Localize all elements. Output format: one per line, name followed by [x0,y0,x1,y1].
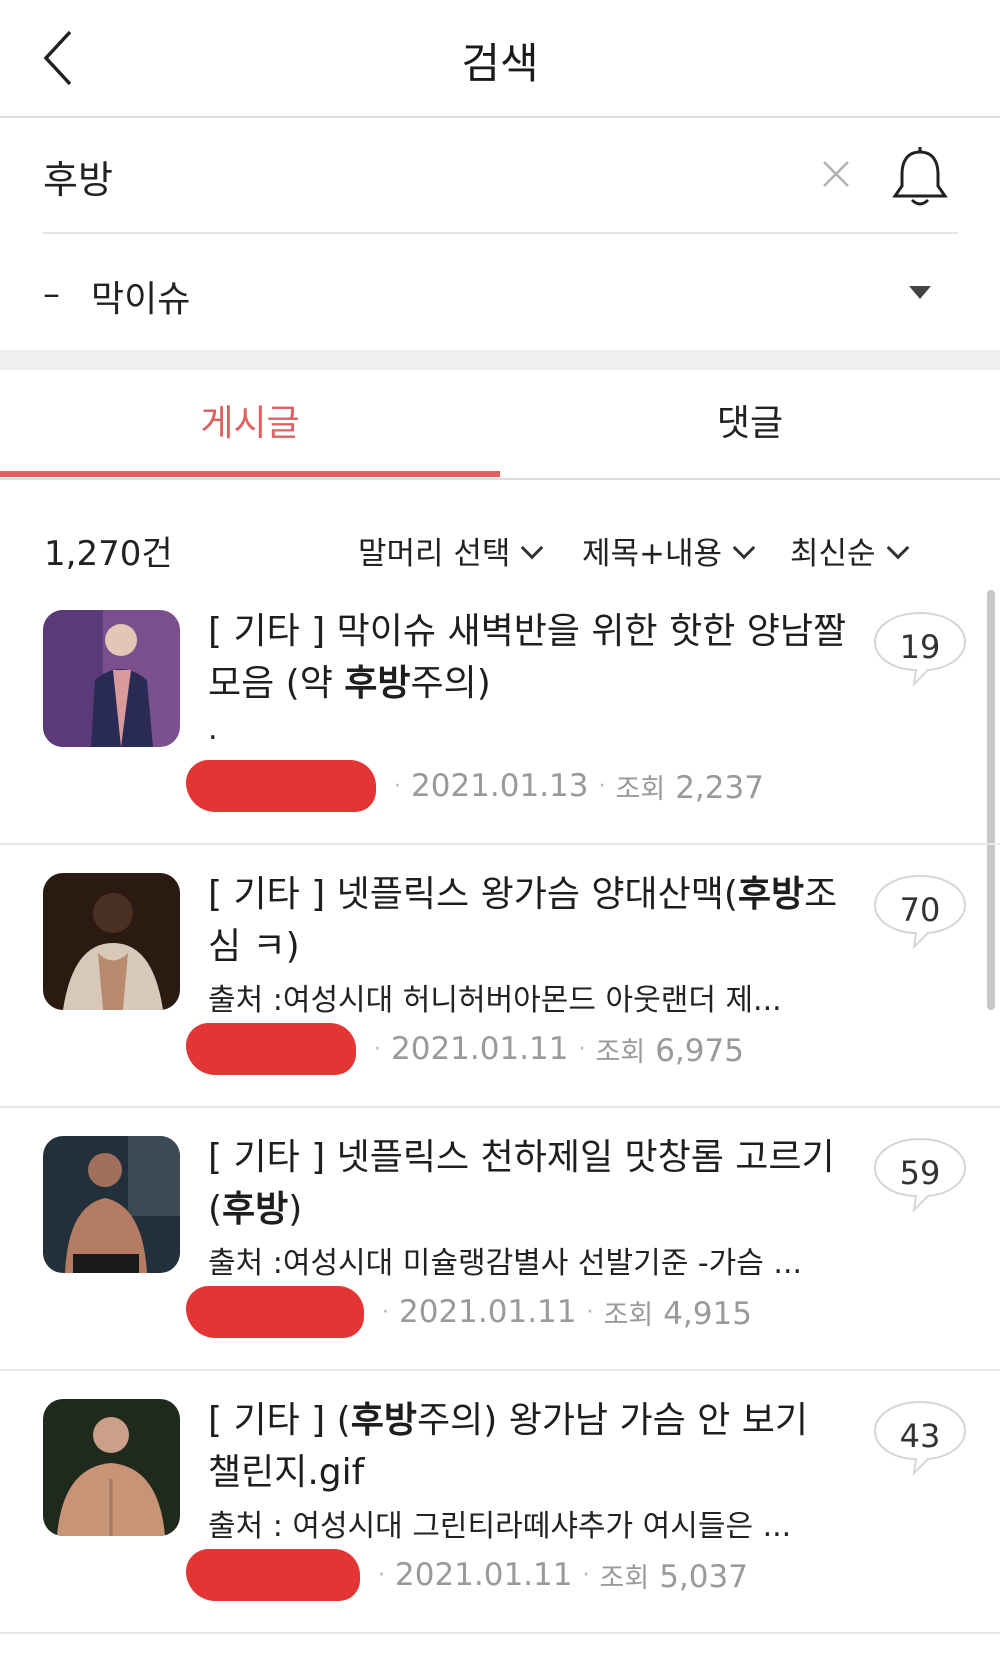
category-filter[interactable]: 말머리 선택 [358,528,544,573]
top-bar: 검색 [0,0,1000,118]
tab-bar: 게시글 댓글 [0,370,1000,480]
search-scope-filter[interactable]: 제목+내용 [582,528,756,573]
views-count: 6,975 [655,1032,744,1069]
post-views: 조회 6,975 [596,1030,744,1069]
meta-separator: · [378,1562,385,1588]
post-item[interactable]: [ 기타 ] 막이슈 새벽반을 위한 핫한 양남짤 모음 (약 후방주의) . … [0,580,1000,845]
tab-posts[interactable]: 게시글 [0,370,500,478]
post-date: 2021.01.11 [399,1294,577,1330]
post-views: 조회 4,915 [604,1293,752,1332]
sort-label: 최신순 [790,536,876,572]
post-title: [ 기타 ] 넷플릭스 천하제일 맛창롬 고르기(후방) [208,1132,848,1236]
meta-separator: · [578,1036,586,1062]
post-meta: · 2021.01.11 · 조회 4,915 [186,1286,752,1346]
search-scope-label: 제목+내용 [582,536,723,572]
comment-count: 19 [899,628,941,666]
filter-bar: 1,270건 말머리 선택 제목+내용 최신순 [0,520,1000,580]
post-meta: · 2021.01.11 · 조회 5,037 [186,1549,748,1609]
meta-separator: · [382,1299,389,1325]
views-label: 조회 [615,773,666,805]
post-preview: 출처 :여성시대 미슐랭감별사 선발기준 -가슴 ... [208,1246,803,1281]
clear-icon[interactable] [818,156,854,192]
sort-filter[interactable]: 최신순 [790,528,909,573]
page-title: 검색 [461,39,539,88]
post-thumbnail [43,1399,180,1536]
views-label: 조회 [595,1036,646,1068]
post-title-text: [ 기타 ] 넷플릭스 왕가슴 양대산맥( [208,874,738,915]
post-title-keyword: 후방 [222,1189,289,1230]
active-tab-indicator [0,471,500,477]
post-title-text: [ 기타 ] ( [208,1400,351,1441]
chevron-down-icon [521,536,544,560]
views-count: 4,915 [663,1295,752,1332]
post-title: [ 기타 ] (후방주의) 왕가남 가슴 안 보기 챌린지.gif [208,1395,848,1499]
tab-comments[interactable]: 댓글 [500,370,1000,478]
post-views: 조회 2,237 [616,767,764,806]
post-preview: . [208,712,218,747]
views-label: 조회 [603,1299,654,1331]
search-input[interactable] [43,150,783,202]
post-title: [ 기타 ] 막이슈 새벽반을 위한 핫한 양남짤 모음 (약 후방주의) [208,606,848,710]
redacted-author [186,760,376,812]
post-title-text: [ 기타 ] 막이슈 새벽반을 위한 핫한 양남짤 모음 (약 [208,611,847,704]
post-thumbnail [43,610,180,747]
post-title-keyword: 후방 [344,663,411,704]
board-prefix: – [43,274,60,314]
meta-separator: · [394,773,401,799]
comment-count: 70 [899,891,941,929]
post-item[interactable]: [ 기타 ] (후방주의) 왕가남 가슴 안 보기 챌린지.gif 출처 : 여… [0,1369,1000,1634]
chevron-down-icon [732,536,756,560]
post-views: 조회 5,037 [600,1556,748,1595]
redacted-author [186,1023,356,1075]
post-item[interactable]: [ 기타 ] 넷플릭스 천하제일 맛창롬 고르기(후방) 출처 :여성시대 미슐… [0,1106,1000,1371]
category-filter-label: 말머리 선택 [358,536,511,572]
comment-count: 59 [899,1154,941,1192]
post-preview: 출처 : 여성시대 그린티라떼샤추가 여시들은 ... [208,1509,792,1544]
post-meta: · 2021.01.11 · 조회 6,975 [186,1023,744,1083]
post-title-keyword: 후방 [350,1400,417,1441]
post-title-keyword: 후방 [737,874,805,915]
post-date: 2021.01.11 [391,1031,569,1067]
post-title-text: ) [288,1189,303,1230]
comment-count: 43 [899,1417,941,1455]
post-preview: 출처 :여성시대 허니허버아몬드 아웃랜더 제... [208,983,782,1018]
board-name: 막이슈 [91,279,191,320]
meta-separator: · [586,1299,594,1325]
views-count: 5,037 [659,1558,748,1595]
caret-down-icon [909,286,931,299]
post-thumbnail [43,1136,180,1273]
meta-separator: · [598,773,606,799]
redacted-author [186,1286,364,1338]
post-date: 2021.01.13 [411,768,589,804]
post-item[interactable]: [ 기타 ] 넷플릭스 왕가슴 양대산맥(후방조심 ㅋ) 출처 :여성시대 허니… [0,843,1000,1108]
chevron-down-icon [886,536,909,560]
post-title-text: 주의) [410,663,491,704]
board-selector[interactable]: – 막이슈 [43,240,958,345]
views-label: 조회 [599,1562,650,1594]
section-divider [0,350,1000,370]
redacted-author [186,1549,360,1601]
post-meta: · 2021.01.13 · 조회 2,237 [186,760,764,820]
result-count: 1,270건 [44,534,173,574]
views-count: 2,237 [675,769,764,806]
search-bar [43,120,958,234]
meta-separator: · [374,1036,381,1062]
post-thumbnail [43,873,180,1010]
post-title: [ 기타 ] 넷플릭스 왕가슴 양대산맥(후방조심 ㅋ) [208,869,848,973]
bell-icon[interactable] [891,146,949,210]
post-date: 2021.01.11 [395,1557,573,1593]
meta-separator: · [582,1562,590,1588]
